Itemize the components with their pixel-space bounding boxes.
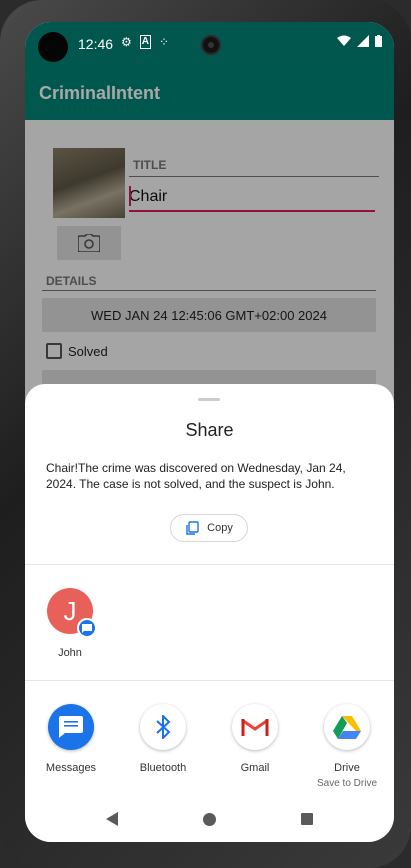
share-title: Share [185, 420, 234, 440]
share-text: Chair!The crime was discovered on Wednes… [46, 461, 346, 491]
nav-bar [25, 796, 394, 842]
copy-icon [186, 521, 199, 535]
phone-frame: 12:46 ⚙ A ⁘ CriminalIntent TITLE Chair D… [0, 0, 411, 868]
contact-john[interactable]: J John [46, 588, 97, 659]
dots-icon: ⁘ [159, 35, 170, 49]
share-sheet: Share Chair!The crime was discovered on … [25, 384, 394, 842]
back-icon[interactable] [106, 812, 118, 826]
recents-icon[interactable] [301, 813, 313, 825]
avatar: J [47, 588, 97, 638]
divider [25, 680, 394, 681]
app-sublabel: Save to Drive [316, 778, 378, 789]
app-label: Bluetooth [139, 762, 187, 774]
battery-icon [375, 35, 382, 47]
share-target-gmail[interactable]: Gmail [209, 704, 301, 789]
app-label: Drive [334, 762, 360, 774]
signal-icon [357, 35, 369, 47]
bluetooth-icon [140, 704, 186, 750]
share-target-drive[interactable]: Drive Save to Drive [301, 704, 393, 789]
share-targets: Messages Bluetooth Gmail Drive Save to D… [25, 704, 394, 789]
drag-handle[interactable] [198, 398, 220, 401]
drive-icon [324, 704, 370, 750]
camera-hole [38, 32, 68, 62]
share-target-messages[interactable]: Messages [25, 704, 117, 789]
copy-button[interactable]: Copy [170, 514, 248, 542]
share-target-bluetooth[interactable]: Bluetooth [117, 704, 209, 789]
home-icon[interactable] [203, 812, 216, 826]
gear-icon: ⚙ [121, 35, 132, 49]
front-camera-icon [201, 35, 221, 55]
status-time: 12:46 [78, 36, 114, 52]
gmail-icon [232, 704, 278, 750]
messages-badge-icon [77, 618, 97, 638]
status-bar: 12:46 ⚙ A ⁘ [25, 22, 394, 68]
copy-label: Copy [207, 522, 233, 534]
app-label: Messages [45, 762, 97, 774]
wifi-icon [337, 35, 351, 46]
messages-icon [48, 704, 94, 750]
a-icon: A [139, 35, 151, 49]
screen: 12:46 ⚙ A ⁘ CriminalIntent TITLE Chair D… [25, 22, 394, 842]
divider [25, 564, 394, 565]
app-label: Gmail [240, 762, 270, 774]
contact-name: John [58, 647, 82, 659]
